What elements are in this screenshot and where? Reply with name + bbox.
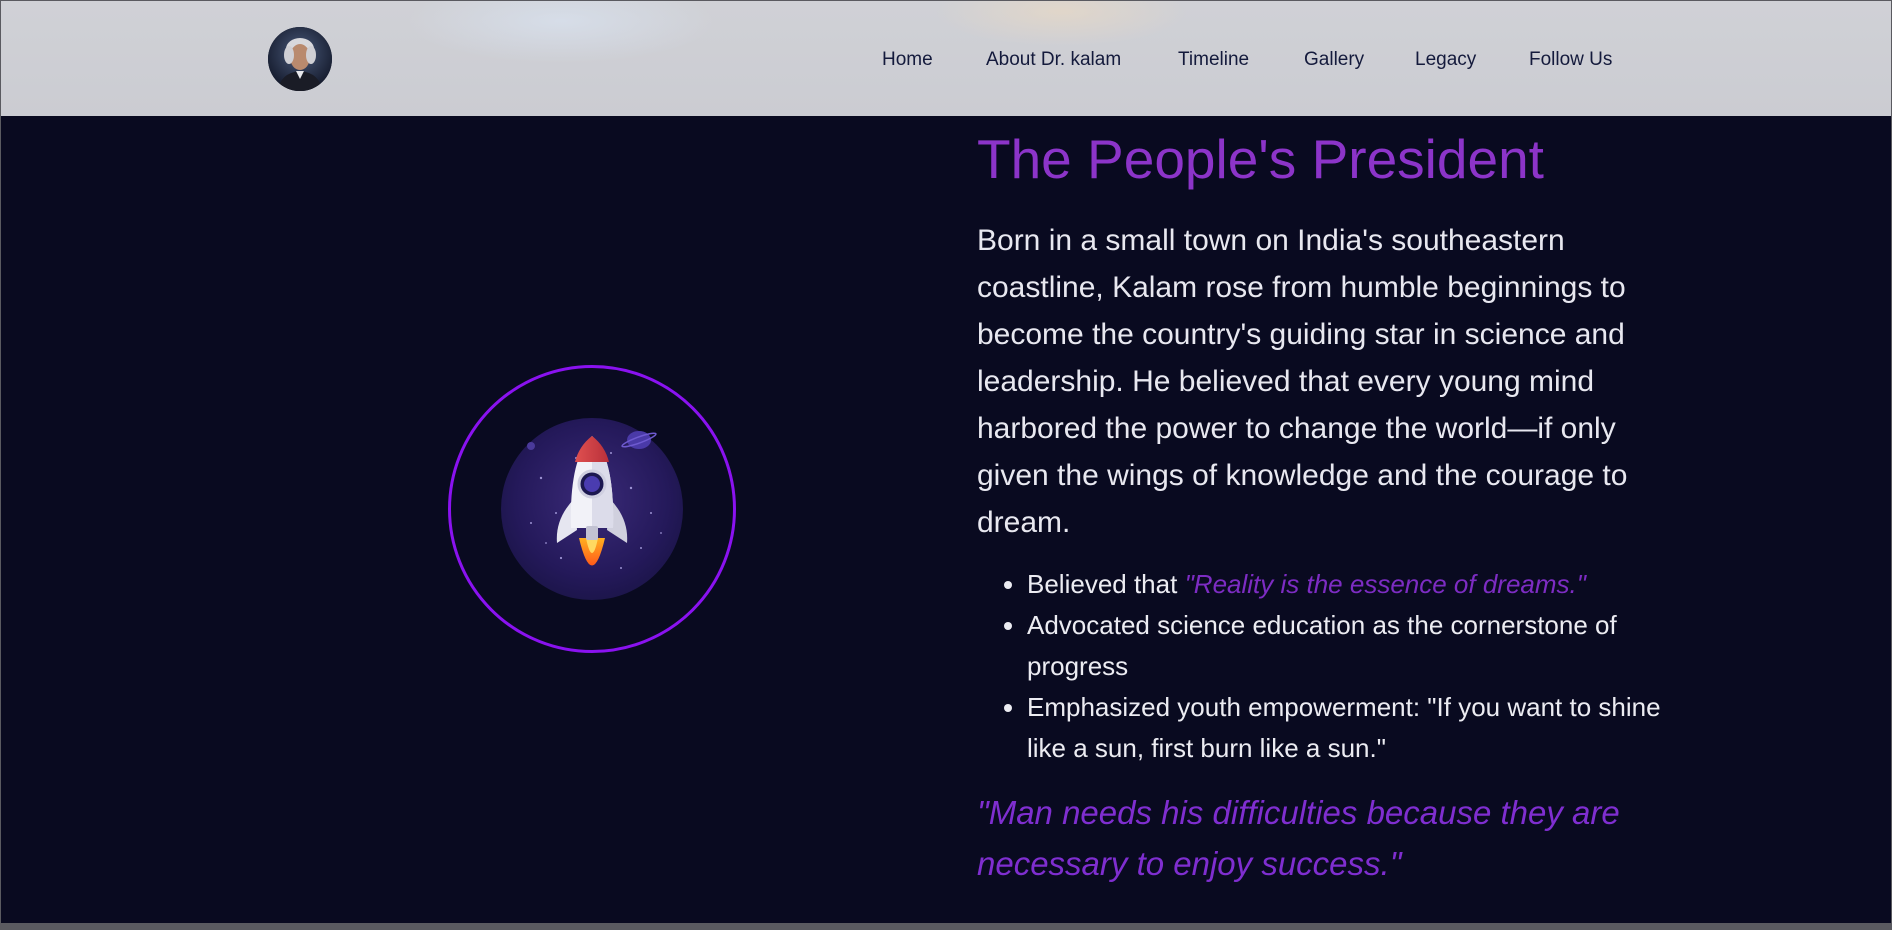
list-item-text: Emphasized youth empowerment: "If you wa… (1027, 692, 1661, 763)
intro-paragraph: Born in a small town on India's southeas… (977, 224, 1628, 539)
site-header: Home About Dr. kalam Timeline Gallery Le… (1, 1, 1891, 116)
nav-legacy[interactable]: Legacy (1415, 49, 1476, 71)
nav-timeline[interactable]: Timeline (1178, 49, 1249, 71)
nav-gallery[interactable]: Gallery (1304, 49, 1364, 71)
nav-about[interactable]: About Dr. kalam (986, 49, 1121, 71)
list-item-text: Advocated science education as the corne… (1027, 610, 1617, 681)
highlights-list: Believed that "Reality is the essence of… (977, 564, 1687, 769)
inline-quote: "Reality is the essence of dreams." (1184, 569, 1586, 599)
nav-follow-us[interactable]: Follow Us (1529, 49, 1612, 71)
rocket-icon (501, 418, 683, 600)
list-item: Emphasized youth empowerment: "If you wa… (1027, 687, 1687, 769)
main-nav: Home About Dr. kalam Timeline Gallery Le… (1, 49, 1891, 73)
nav-home[interactable]: Home (882, 49, 933, 71)
closing-quote: "Man needs his difficulties because they… (977, 794, 1620, 882)
list-item-text: Believed that (1027, 569, 1185, 599)
page-title: The People's President (977, 128, 1544, 190)
list-item: Believed that "Reality is the essence of… (1027, 564, 1687, 605)
page: Home About Dr. kalam Timeline Gallery Le… (1, 1, 1891, 923)
list-item: Advocated science education as the corne… (1027, 605, 1687, 687)
